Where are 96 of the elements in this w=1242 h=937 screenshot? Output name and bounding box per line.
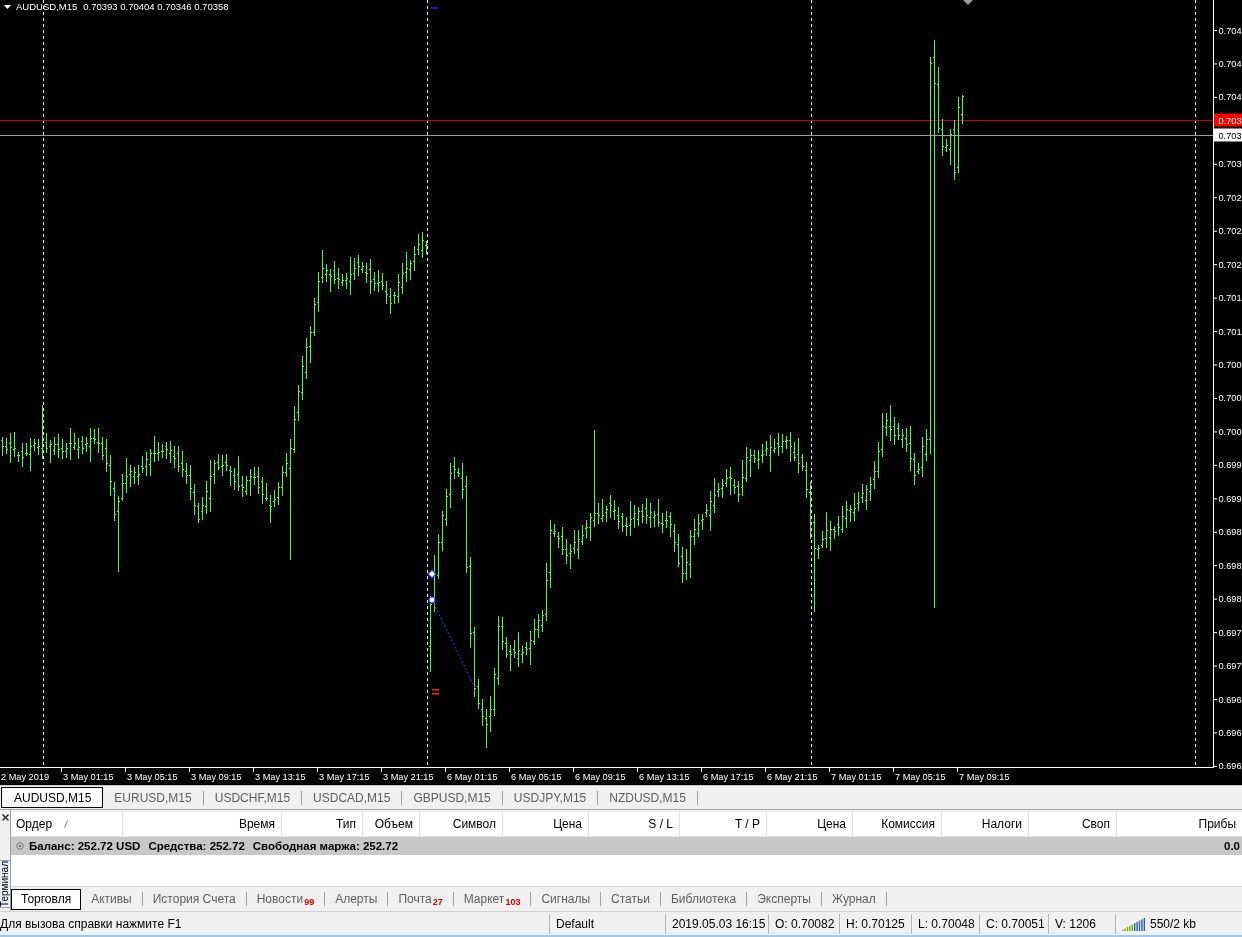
price-axis-label: 0.697 <box>1218 661 1242 672</box>
time-axis-label: 3 May 17:15 <box>319 772 370 782</box>
symbol-tab[interactable]: USDCHF,M15 <box>203 787 302 808</box>
price-axis-label: 0.698 <box>1218 594 1242 605</box>
balance-row[interactable]: Баланс: 252.72 USD Средства: 252.72 Свободная маржа: 252.72 0.0 <box>11 837 1242 855</box>
status-time: 2019.05.03 16:15 <box>665 913 768 934</box>
count-label: 99 <box>304 897 315 907</box>
time-axis-label: 7 May 09:15 <box>959 772 1010 782</box>
time-axis-label: 7 May 05:15 <box>895 772 946 782</box>
sort-indicator-icon <box>64 820 69 828</box>
terminal-tab[interactable]: Торговля <box>11 888 82 910</box>
price-axis-label: 0.703 <box>1218 159 1242 170</box>
dropdown-triangle-icon[interactable] <box>4 4 11 9</box>
balance-text: Средства: 252.72 <box>148 840 245 852</box>
chart-quotes: 0.70393 0.70404 0.70346 0.70358 <box>83 0 229 13</box>
column-header[interactable]: Своп <box>1029 812 1117 836</box>
price-axis-label: 0.696 <box>1218 694 1242 705</box>
symbol-tab[interactable]: NZDUSD,M15 <box>598 787 697 808</box>
status-volume: V: 1206 <box>1048 913 1115 934</box>
chart-symbol: AUDUSD,M15 <box>16 0 78 13</box>
status-help-text: Для вызова справки нажмите F1 <box>0 915 183 933</box>
column-header[interactable]: Налоги <box>942 812 1029 836</box>
price-axis-label: 0.698 <box>1218 527 1242 538</box>
price-axis-label: 0.700 <box>1218 360 1242 370</box>
column-header[interactable]: Комиссия <box>853 812 942 836</box>
price-axis-label: 0.699 <box>1218 493 1242 504</box>
column-header[interactable]: Символ <box>420 812 503 836</box>
column-header[interactable]: Ордер <box>11 812 123 836</box>
connection-status-icon <box>1122 916 1146 931</box>
column-header[interactable]: Прибы <box>1117 812 1242 836</box>
price-tag: 0.703 <box>1214 128 1242 142</box>
price-axis-label: 0.696 <box>1218 727 1242 738</box>
time-axis-label: 3 May 01:15 <box>63 772 114 782</box>
dash-marker-icon <box>431 7 438 9</box>
count-label: 103 <box>505 897 521 907</box>
column-header[interactable]: Тип <box>282 812 363 836</box>
time-axis-label: 3 May 09:15 <box>191 772 242 782</box>
price-axis-label: 0.704 <box>1218 92 1242 103</box>
balance-text: Баланс: 252.72 USD <box>29 840 141 852</box>
price-axis-label: 0.698 <box>1218 560 1242 571</box>
symbol-tab[interactable]: USDJPY,M15 <box>502 787 598 808</box>
column-header[interactable]: Цена <box>767 812 853 836</box>
terminal-tab[interactable]: Статьи <box>601 888 660 910</box>
time-axis-label: 2 May 2019 <box>1 772 49 782</box>
count-label: 27 <box>432 897 443 907</box>
price-axis-label: 0.702 <box>1218 259 1242 270</box>
triangle-marker-icon <box>963 0 973 5</box>
column-header[interactable]: Объем <box>363 812 420 836</box>
profit-value: 0.0 <box>1224 840 1241 852</box>
status-high: H: 0.70125 <box>839 913 911 934</box>
time-axis-label: 6 May 21:15 <box>767 772 818 782</box>
price-axis-label: 0.701 <box>1218 293 1242 304</box>
terminal-tab[interactable]: Сигналы <box>531 888 601 910</box>
time-axis-label: 7 May 01:15 <box>831 772 882 782</box>
time-axis-label: 6 May 05:15 <box>511 772 562 782</box>
terminal-tab[interactable]: Активы <box>81 888 142 910</box>
ring-icon <box>16 842 24 850</box>
terminal-tab[interactable]: История Счета <box>142 888 246 910</box>
status-low: L: 0.70048 <box>911 913 979 934</box>
status-close: C: 0.70051 <box>979 913 1048 934</box>
time-axis-label: 6 May 13:15 <box>639 772 690 782</box>
time-axis-label: 6 May 09:15 <box>575 772 626 782</box>
close-marker-icon <box>432 689 439 695</box>
status-profile: Default <box>549 913 665 934</box>
price-tag: 0.703 <box>1214 113 1242 127</box>
terminal-tab[interactable]: Алерты <box>325 888 388 910</box>
status-traffic: 550/2 kb <box>1150 916 1197 931</box>
time-axis-label: 3 May 21:15 <box>383 772 434 782</box>
terminal-tab[interactable]: Журнал <box>821 888 886 910</box>
balance-text: Свободная маржа: 252.72 <box>252 840 399 852</box>
time-axis-label: 6 May 01:15 <box>447 772 498 782</box>
column-header[interactable]: T / P <box>680 812 767 836</box>
time-axis-label: 6 May 17:15 <box>703 772 754 782</box>
price-axis-label: 0.700 <box>1218 426 1242 437</box>
price-axis-label: 0.704 <box>1218 58 1242 69</box>
column-header[interactable]: Время <box>123 812 282 836</box>
symbol-tab[interactable]: USDCAD,M15 <box>302 787 402 808</box>
symbol-tab[interactable]: AUDUSD,M15 <box>1 787 104 808</box>
symbol-tab[interactable]: GBPUSD,M15 <box>402 787 502 808</box>
terminal-tab[interactable]: Эксперты <box>747 888 821 910</box>
price-axis-label: 0.702 <box>1218 192 1242 203</box>
column-header[interactable]: S / L <box>589 812 680 836</box>
price-axis-label: 0.696 <box>1218 761 1242 772</box>
price-axis-label: 0.702 <box>1218 226 1242 237</box>
time-axis-label: 3 May 05:15 <box>127 772 178 782</box>
price-axis-label: 0.700 <box>1218 393 1242 404</box>
symbol-tab[interactable]: EURUSD,M15 <box>103 787 203 808</box>
terminal-tab[interactable]: Библиотека <box>661 888 747 910</box>
price-axis-label: 0.701 <box>1218 326 1242 337</box>
close-icon[interactable] <box>1 814 9 821</box>
time-axis-label: 3 May 13:15 <box>255 772 306 782</box>
price-axis-label: 0.704 <box>1218 25 1242 36</box>
column-header[interactable]: Цена <box>503 812 589 836</box>
price-axis-label: 0.699 <box>1218 460 1242 471</box>
price-axis-label: 0.697 <box>1218 627 1242 638</box>
status-open: O: 0.70082 <box>768 913 839 934</box>
